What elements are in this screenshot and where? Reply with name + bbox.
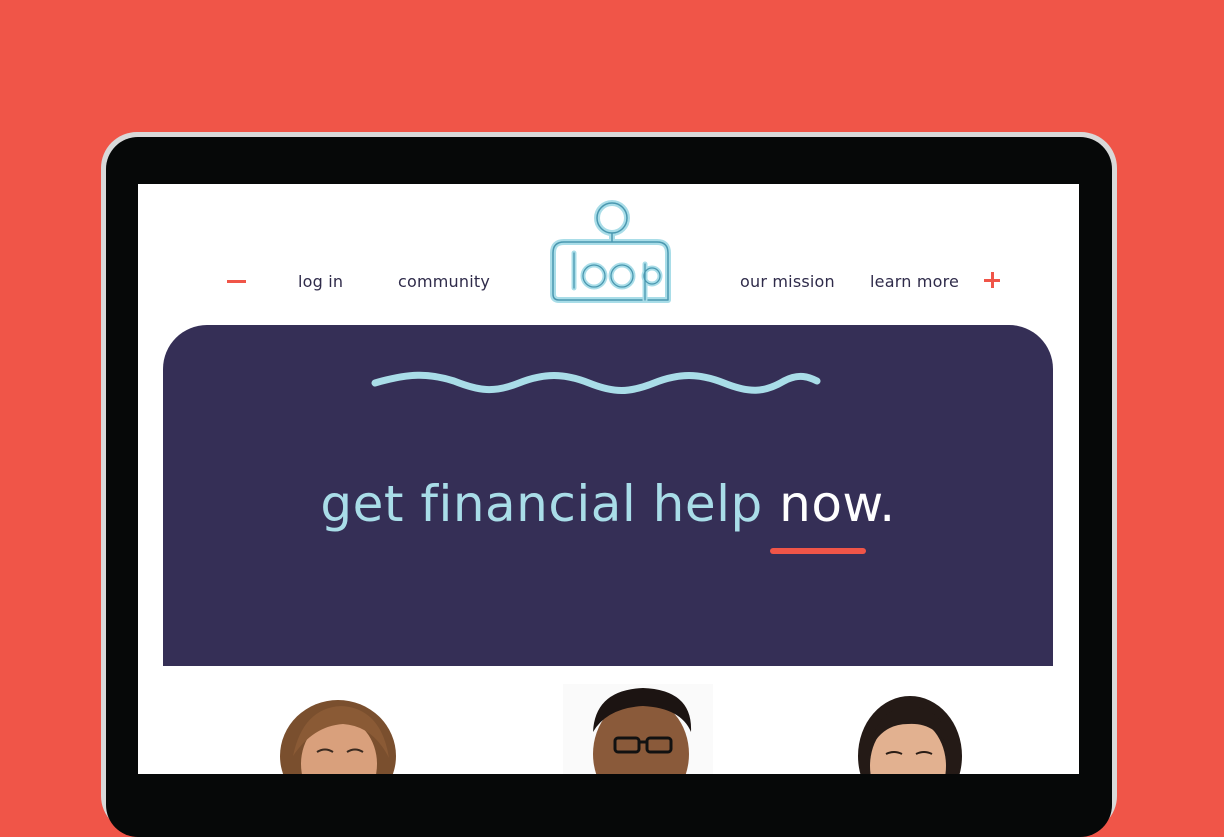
website-screen: log in community our mission learn more: [138, 184, 1079, 774]
headline-main: get financial help: [320, 475, 780, 533]
headline-underline: [770, 548, 866, 554]
wave-decoration: [371, 371, 821, 394]
hero-banner: get financial help now.: [163, 325, 1053, 670]
person-2-photo: [563, 684, 713, 774]
nav-our-mission[interactable]: our mission: [740, 272, 835, 291]
nav-learn-more[interactable]: learn more: [870, 272, 959, 291]
headline-emphasis: now.: [779, 475, 896, 533]
loop-logo[interactable]: [548, 198, 672, 304]
person-3-photo: [850, 688, 974, 774]
people-photo-strip: [138, 666, 1079, 774]
nav-log-in[interactable]: log in: [298, 272, 343, 291]
minus-icon[interactable]: [227, 280, 246, 283]
person-1-photo: [273, 686, 403, 774]
nav-community[interactable]: community: [398, 272, 490, 291]
plus-icon[interactable]: [984, 272, 1000, 288]
hero-headline: get financial help now.: [163, 475, 1053, 533]
